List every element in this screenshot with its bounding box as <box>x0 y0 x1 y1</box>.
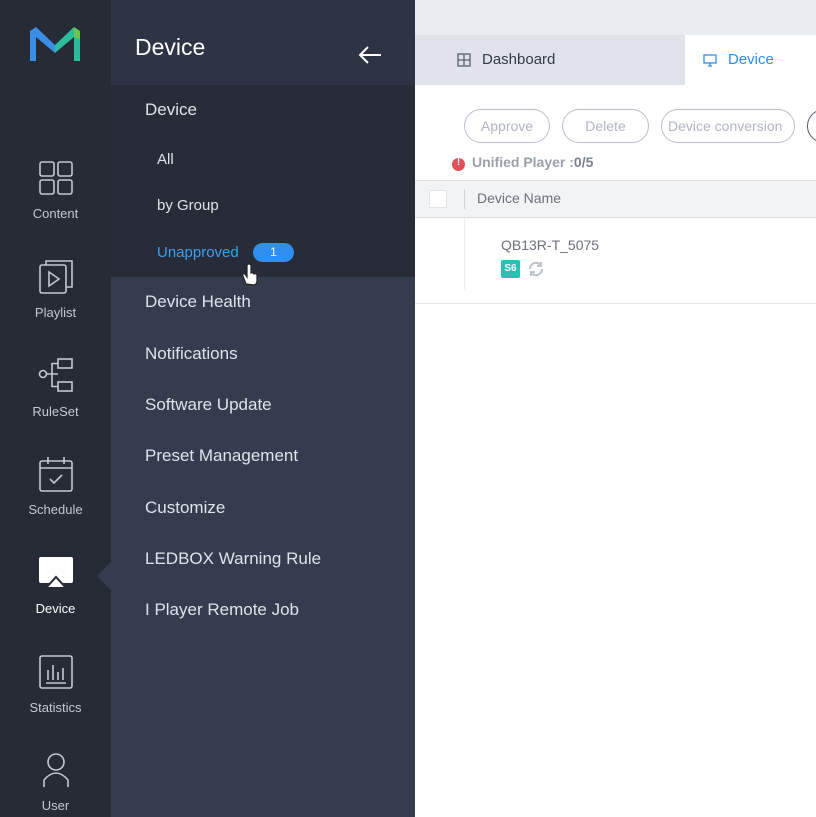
ruleset-icon <box>38 358 73 392</box>
subnav-header: Device <box>111 0 415 85</box>
monitor-icon <box>703 54 717 67</box>
rail-label-ruleset: RuleSet <box>32 404 79 419</box>
rail-item-statistics[interactable]: Statistics <box>0 654 111 744</box>
app-logo-icon[interactable] <box>30 27 80 63</box>
table-header: Device Name <box>415 180 816 218</box>
main-rail: Content Playlist RuleSet Schedule Device… <box>0 0 111 817</box>
rail-item-content[interactable]: Content <box>0 160 111 250</box>
rail-item-playlist[interactable]: Playlist <box>0 259 111 349</box>
tab-dashboard[interactable]: Dashboard <box>415 35 685 85</box>
table-row[interactable]: QB13R-T_5075 S6 <box>415 218 816 304</box>
subnav-item-preset-management[interactable]: Preset Management <box>145 446 298 466</box>
alert-icon <box>452 157 465 171</box>
main-panel: Dashboard Device Approve Delete Device c… <box>415 0 816 817</box>
rail-item-ruleset[interactable]: RuleSet <box>0 358 111 448</box>
approve-button[interactable]: Approve <box>464 109 550 143</box>
row-divider <box>464 218 465 290</box>
rail-item-user[interactable]: User <box>0 752 111 817</box>
subnav-title: Device <box>135 34 206 60</box>
subnav-item-ledbox-warning-rule[interactable]: LEDBOX Warning Rule <box>145 549 321 569</box>
collapse-arrow-icon[interactable] <box>357 44 383 66</box>
grid-icon <box>38 161 73 195</box>
subnav-item-iplayer-remote-job[interactable]: I Player Remote Job <box>145 600 299 620</box>
subnav-item-device-health[interactable]: Device Health <box>145 292 251 312</box>
active-indicator <box>97 562 111 590</box>
rail-label-content: Content <box>32 206 79 221</box>
subnav-item-notifications[interactable]: Notifications <box>145 344 238 364</box>
hand-cursor-icon <box>242 264 258 286</box>
subnav-item-unapproved[interactable]: Unapproved <box>157 244 239 261</box>
tab-bar: Dashboard Device <box>415 0 816 85</box>
device-model-tag: S6 <box>501 260 520 278</box>
app-window: Content Playlist RuleSet Schedule Device… <box>0 0 816 817</box>
unified-player-count: 0/5 <box>573 154 594 170</box>
user-icon <box>42 753 69 787</box>
sync-icon <box>528 261 544 277</box>
device-subnav: Device Device All by Group Unapproved 1 … <box>111 0 415 817</box>
playlist-icon <box>38 260 73 294</box>
more-button[interactable] <box>807 109 816 143</box>
delete-button[interactable]: Delete <box>562 109 649 143</box>
device-name-cell[interactable]: QB13R-T_5075 <box>501 237 599 253</box>
rail-label-device: Device <box>35 601 76 616</box>
select-all-checkbox[interactable] <box>429 190 447 208</box>
device-conversion-button[interactable]: Device conversion <box>661 109 795 143</box>
subnav-item-by-group[interactable]: by Group <box>157 197 219 214</box>
calendar-icon <box>38 457 73 492</box>
subnav-item-customize[interactable]: Customize <box>145 498 225 518</box>
column-divider <box>464 189 465 209</box>
chart-icon <box>38 655 73 689</box>
rail-item-device[interactable]: Device <box>0 555 111 645</box>
rail-label-schedule: Schedule <box>28 502 83 517</box>
tab-device[interactable]: Device <box>685 35 816 85</box>
tab-device-label: Device <box>728 51 774 68</box>
rail-label-user: User <box>41 798 70 813</box>
rail-item-schedule[interactable]: Schedule <box>0 456 111 546</box>
dashboard-icon <box>457 53 471 67</box>
subnav-item-device[interactable]: Device <box>145 100 197 120</box>
subnav-item-software-update[interactable]: Software Update <box>145 395 272 415</box>
unapproved-count-badge: 1 <box>253 243 294 262</box>
rail-label-playlist: Playlist <box>34 305 77 320</box>
subnav-item-all[interactable]: All <box>157 151 174 168</box>
device-icon <box>38 557 73 589</box>
unified-player-label: Unified Player : <box>472 154 574 170</box>
unified-player-status: Unified Player :0/5 <box>472 154 593 170</box>
column-device-name[interactable]: Device Name <box>477 190 561 206</box>
rail-label-statistics: Statistics <box>29 700 82 715</box>
tab-dashboard-label: Dashboard <box>482 51 556 68</box>
